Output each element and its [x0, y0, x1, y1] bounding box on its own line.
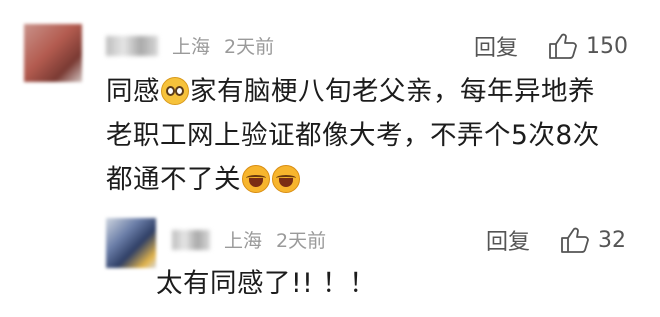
comment-actions: 回复 150	[474, 30, 628, 62]
comment-text-line1a: 同感	[106, 76, 160, 107]
reply-meta: 上海 2天前	[172, 226, 326, 253]
reply-location: 上海	[224, 230, 263, 252]
username-blurred[interactable]	[106, 35, 158, 56]
pleading-face-icon	[161, 77, 189, 105]
reply-username-blurred[interactable]	[172, 229, 210, 250]
comment-meta: 上海 2天前	[106, 32, 274, 59]
reply-like-count: 32	[598, 227, 627, 253]
avatar[interactable]	[24, 24, 82, 82]
comment-text-line3: 都通不了关	[106, 164, 241, 195]
laughing-tears-icon	[242, 165, 270, 193]
like-button[interactable]: 150	[548, 32, 628, 60]
comment-text: 同感 家有脑梗八旬老父亲，每年异地养 老职工网上验证都像大考，不弄个5次8次 都通…	[106, 70, 600, 202]
thumbs-up-icon	[549, 33, 577, 59]
reply-button[interactable]: 回复	[474, 30, 518, 62]
like-count: 150	[586, 33, 629, 59]
laughing-tears-icon	[272, 165, 300, 193]
reply-text: 太有同感了!! ！！	[156, 268, 377, 299]
reply-like-button[interactable]: 32	[560, 226, 626, 254]
comment-text-line2: 老职工网上验证都像大考，不弄个5次8次	[106, 120, 600, 151]
reply-reply-button[interactable]: 回复	[486, 224, 530, 256]
comment-text-line1b: 家有脑梗八旬老父亲，每年异地养	[190, 76, 595, 107]
location: 上海	[172, 36, 211, 58]
reply-timestamp: 2天前	[276, 230, 327, 252]
timestamp: 2天前	[224, 36, 275, 58]
thumbs-up-icon	[561, 227, 589, 253]
reply-avatar[interactable]	[106, 218, 156, 268]
reply-actions: 回复 32	[486, 224, 626, 256]
